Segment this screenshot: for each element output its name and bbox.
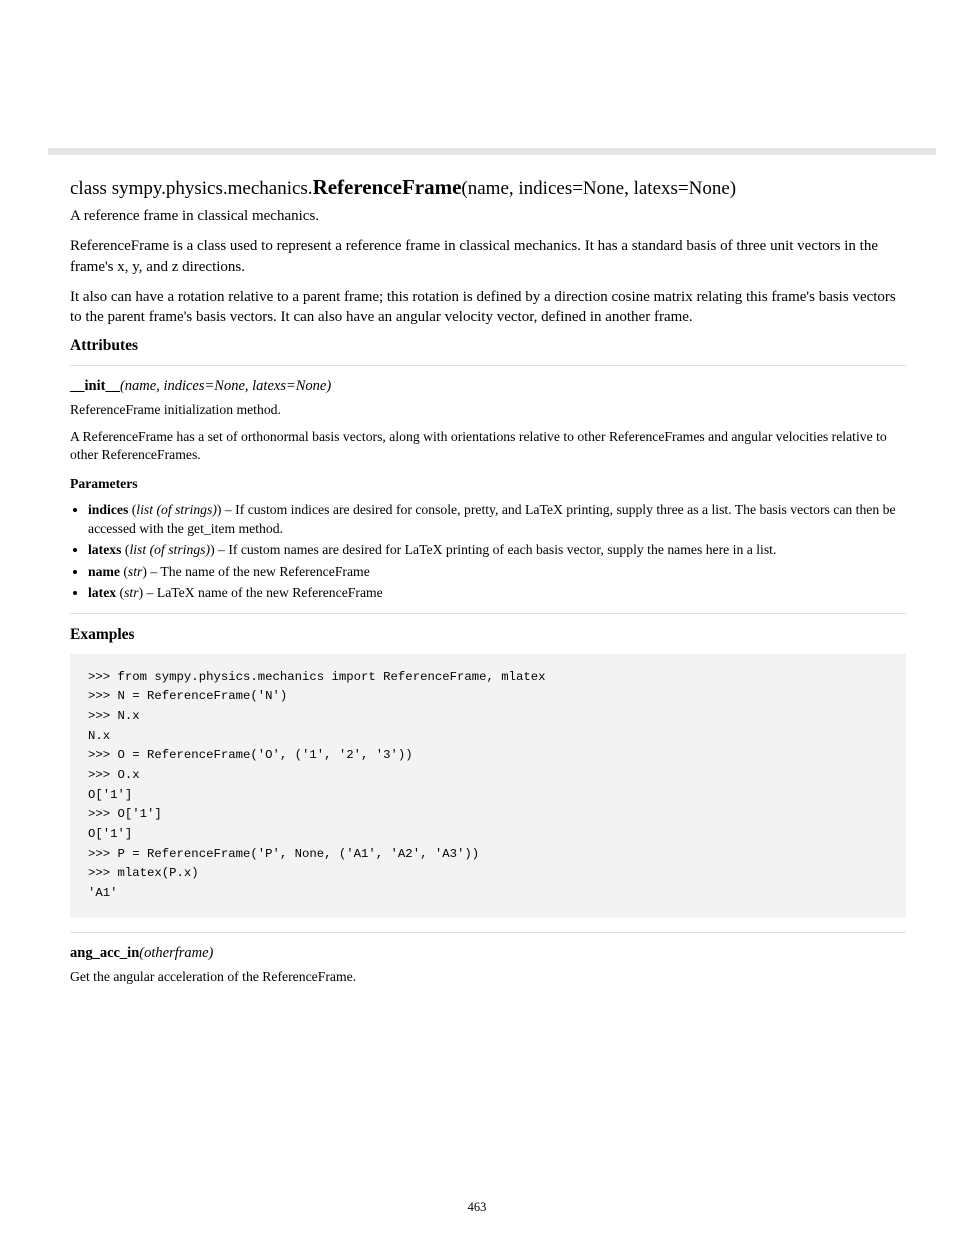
method-name: __init__ (70, 378, 120, 394)
list-item: latexs (list (of strings)) – If custom n… (88, 541, 906, 559)
method-init: __init__(name, indices=None, latexs=None… (70, 378, 906, 917)
divider (70, 932, 906, 933)
method-desc: Get the angular acceleration of the Refe… (70, 968, 906, 986)
class-module-path: sympy.physics.mechanics. (112, 178, 313, 199)
class-args: (name, indices=None, latexs=None) (461, 178, 736, 199)
method-signature: __init__(name, indices=None, latexs=None… (70, 378, 906, 395)
class-signature-prefix: class (70, 178, 112, 199)
method-desc-long: A ReferenceFrame has a set of orthonorma… (70, 428, 906, 465)
main-content: class sympy.physics.mechanics.ReferenceF… (70, 175, 906, 994)
parameters-heading: Parameters (70, 475, 906, 493)
method-signature: ang_acc_in(otherframe) (70, 945, 906, 962)
list-item: indices (list (of strings)) – If custom … (88, 501, 906, 538)
page: class sympy.physics.mechanics.ReferenceF… (0, 0, 954, 1235)
class-desc-long: It also can have a rotation relative to … (70, 287, 906, 328)
page-number: 463 (0, 1200, 954, 1215)
divider (70, 613, 906, 614)
list-item: latex (str) – LaTeX name of the new Refe… (88, 584, 906, 602)
class-desc-medium: ReferenceFrame is a class used to repres… (70, 236, 906, 277)
method-args: (otherframe) (139, 945, 213, 961)
parameters-list: indices (list (of strings)) – If custom … (70, 501, 906, 602)
method-args: (name, indices=None, latexs=None) (120, 378, 331, 394)
method-desc-short: ReferenceFrame initialization method. (70, 401, 906, 419)
header-rule (48, 148, 936, 155)
divider (70, 365, 906, 366)
class-heading: class sympy.physics.mechanics.ReferenceF… (70, 175, 906, 200)
code-example: >>> from sympy.physics.mechanics import … (70, 654, 906, 918)
method-ang-acc-in: ang_acc_in(otherframe) Get the angular a… (70, 945, 906, 986)
class-desc-short: A reference frame in classical mechanics… (70, 206, 906, 226)
class-name: ReferenceFrame (313, 175, 462, 199)
attributes-heading: Attributes (70, 337, 906, 355)
method-name: ang_acc_in (70, 945, 139, 961)
list-item: name (str) – The name of the new Referen… (88, 563, 906, 581)
examples-heading: Examples (70, 626, 906, 644)
